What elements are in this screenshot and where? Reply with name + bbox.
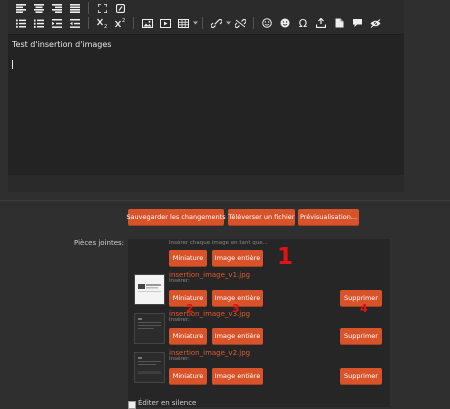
link-icon[interactable] [207,16,225,30]
attachment-thumbnail[interactable] [134,352,165,383]
insert-full-image-button[interactable]: Image entière [212,368,263,384]
toolbar-separator [253,17,254,29]
annotation-number-4: 4 [360,302,368,315]
indent-icon[interactable] [48,16,66,30]
superscript-icon[interactable]: 2 [111,16,129,30]
omega-icon[interactable]: Ω [294,16,312,30]
insert-thumbnail-button[interactable]: Miniature [169,368,207,384]
toolbar-separator [133,17,134,29]
image-icon[interactable] [138,16,156,30]
toolbar-separator [88,2,89,14]
editor-status-bar [8,175,404,192]
editor-toolbar: 2 2 Ω [8,0,404,35]
svg-text:2: 2 [122,18,125,24]
silent-edit-checkbox[interactable] [128,401,136,409]
align-right-icon[interactable] [48,1,66,15]
editor-content-area[interactable]: Test d'insertion d'images [8,35,404,175]
media-icon[interactable] [156,16,174,30]
subscript-icon[interactable]: 2 [93,16,111,30]
attachment-thumbnail[interactable] [134,313,165,344]
toolbar-row-1 [12,1,129,15]
upload-file-button[interactable]: Téléverser un fichier [228,209,295,225]
insert-all-hint: Insérer chaque image en tant que... [169,240,268,246]
insert-label: Insérer: [169,356,190,362]
attachments-label: Pièces jointes: [74,239,125,247]
insert-all-row: Insérer chaque image en tant que... Mini… [132,239,384,275]
emoji-icon[interactable] [258,16,276,30]
numbered-list-icon[interactable] [30,16,48,30]
insert-full-image-button[interactable]: Image entière [212,328,263,344]
attachments-panel: Insérer chaque image en tant que... Mini… [128,239,390,407]
editor-content: Test d'insertion d'images [12,40,112,49]
chevron-down-icon[interactable] [192,16,198,30]
align-justify-icon[interactable] [66,1,84,15]
insert-all-full-image-button[interactable]: Image entière [212,250,263,266]
table-icon[interactable] [174,16,192,30]
annotation-number-1: 1 [277,244,294,270]
insert-thumbnail-button[interactable]: Miniature [169,328,207,344]
insert-all-thumbnail-button[interactable]: Miniature [169,250,207,266]
quote-icon[interactable] [348,16,366,30]
upload-icon[interactable] [312,16,330,30]
emoticon-icon[interactable] [276,16,294,30]
rich-text-editor: 2 2 Ω Test d'insertion d'images [8,0,404,192]
unlink-icon[interactable] [231,16,249,30]
fullscreen-icon[interactable] [93,1,111,15]
toolbar-row-2: 2 2 Ω [12,16,384,30]
attachment-item: insertion_image_v2.jpg Insérer: Miniatur… [132,349,384,386]
align-center-icon[interactable] [30,1,48,15]
toolbar-separator [202,17,203,29]
annotation-number-2: 2 [186,302,194,315]
attachment-item: insertion_image_v1.jpg Insérer: Miniatur… [132,271,384,308]
insert-label: Insérer: [169,278,190,284]
source-icon[interactable] [111,1,129,15]
outdent-icon[interactable] [66,16,84,30]
attachment-thumbnail[interactable] [134,274,165,305]
annotation-number-3: 3 [232,302,240,315]
delete-attachment-button[interactable]: Supprimer [340,328,382,344]
bulleted-list-icon[interactable] [12,16,30,30]
save-changes-button[interactable]: Sauvegarder les changements [126,209,226,225]
silent-edit-label: Éditer en silence [138,399,197,407]
delete-attachment-button[interactable]: Supprimer [340,368,382,384]
text-caret [12,60,13,69]
toolbar-separator [88,17,89,29]
hide-icon[interactable] [366,16,384,30]
attachment-item: insertion_image_v3.jpg Insérer: Miniatur… [132,310,384,347]
attachment-icon[interactable] [330,16,348,30]
section-divider [0,200,450,201]
insert-label: Insérer: [169,317,190,323]
svg-text:2: 2 [104,24,107,28]
preview-button[interactable]: Prévisualisation... [298,209,359,225]
align-left-icon[interactable] [12,1,30,15]
